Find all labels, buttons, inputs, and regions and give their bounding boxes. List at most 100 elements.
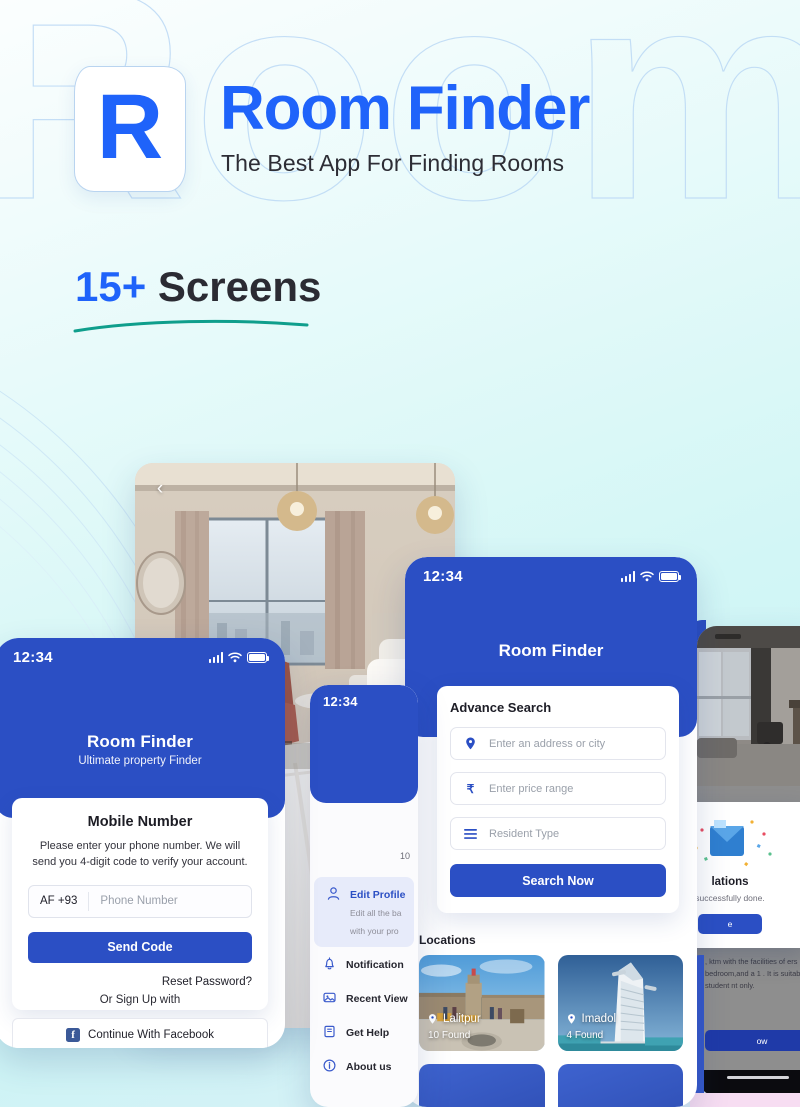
book-icon xyxy=(322,1024,337,1039)
battery-icon xyxy=(247,652,270,663)
phone-number-placeholder: Phone Number xyxy=(100,895,178,908)
signup-divider-label: Or Sign Up with xyxy=(99,994,181,1006)
country-code-selector[interactable]: AF +93 xyxy=(29,891,90,911)
congratulations-illustration xyxy=(697,814,800,876)
phone-mockup-menu: 12:34 10 Edit Profile Edit all the ba wi… xyxy=(310,685,418,1107)
status-time: 12:34 xyxy=(323,694,358,709)
menu-item-label: Get Help xyxy=(346,1027,390,1039)
phone-mockup-advance-search: 12:34 Room Finder Advance Search Enter a… xyxy=(405,557,697,1107)
search-brand-title: Room Finder xyxy=(498,641,604,660)
menu-item-edit-profile[interactable]: Edit Profile Edit all the ba with your p… xyxy=(314,877,414,947)
mobile-number-card: Mobile Number Please enter your phone nu… xyxy=(12,798,268,1010)
signal-icon xyxy=(208,652,223,663)
battery-icon xyxy=(659,571,682,582)
screens-count-label: Screens xyxy=(157,263,322,310)
location-info-imadol: Imadol 4 Found xyxy=(567,1013,617,1043)
status-time: 12:34 xyxy=(13,649,53,666)
location-pin-icon xyxy=(567,1013,576,1025)
menu-item-label: About us xyxy=(346,1061,392,1073)
map-pin-icon xyxy=(464,737,477,750)
auth-brand-title: Room Finder xyxy=(87,732,193,751)
menu-item-about-us[interactable]: About us xyxy=(310,1049,418,1083)
status-bar: 12:34 xyxy=(0,638,285,666)
location-found-count: 4 Found xyxy=(566,1030,604,1041)
signup-footer: Or Sign Up with f Continue With Facebook xyxy=(0,994,285,1048)
facebook-icon: f xyxy=(66,1028,81,1042)
resident-type-placeholder: Resident Type xyxy=(489,827,560,840)
location-pin-icon xyxy=(428,1013,437,1025)
address-field-placeholder: Enter an address or city xyxy=(489,737,606,750)
location-card-lalitpur[interactable]: Lalitpur 10 Found xyxy=(419,955,545,1051)
bell-icon xyxy=(322,956,337,971)
user-icon xyxy=(326,886,341,901)
menu-item-label: Recent View xyxy=(346,993,408,1005)
location-info-lalitpur: Lalitpur 10 Found xyxy=(428,1013,481,1043)
search-now-button[interactable]: Search Now xyxy=(450,864,666,897)
location-card-extra-1[interactable] xyxy=(419,1064,545,1107)
menu-item-sub-line1: Edit all the ba xyxy=(350,908,402,918)
screens-count-number: 15+ xyxy=(75,263,147,310)
resident-type-field[interactable]: Resident Type xyxy=(450,817,666,850)
congratulations-button[interactable]: e xyxy=(698,914,762,934)
detail-description: , ktm with the facilities of ers 1 bedro… xyxy=(705,957,800,991)
location-name: Imadol xyxy=(581,1013,617,1025)
status-bar: 12:34 xyxy=(310,685,418,709)
locations-heading: Locations xyxy=(419,933,476,947)
advance-search-title: Advance Search xyxy=(450,700,552,715)
menu-item-recent-view[interactable]: Recent View xyxy=(310,981,418,1015)
info-icon xyxy=(322,1058,337,1073)
price-range-placeholder: Enter price range xyxy=(489,782,574,795)
detail-cta-button[interactable]: ow xyxy=(705,1030,800,1051)
back-chevron-icon[interactable]: ‹ xyxy=(151,479,169,498)
continue-with-facebook-button[interactable]: f Continue With Facebook xyxy=(12,1018,268,1048)
price-range-field[interactable]: ₹ Enter price range xyxy=(450,772,666,805)
phone-number-input[interactable]: AF +93 Phone Number xyxy=(28,884,252,918)
list-icon xyxy=(464,827,477,840)
advance-search-card: Advance Search Enter an address or city … xyxy=(437,686,679,913)
promo-canvas: Room R Room Finder The Best App For Find… xyxy=(0,0,800,1107)
send-code-button[interactable]: Send Code xyxy=(28,931,252,963)
congratulations-modal: lations successfully done. e xyxy=(697,802,800,948)
page-title: Room Finder xyxy=(220,74,590,143)
rupee-icon: ₹ xyxy=(466,781,475,796)
auth-brand-block: Room Finder Ultimate property Finder xyxy=(0,732,285,767)
phone-mockup-mobile-number: 12:34 Room Finder Ultimate property Find… xyxy=(0,638,285,1048)
menu-scroll-area[interactable]: 10 Edit Profile Edit all the ba with you… xyxy=(310,803,418,1107)
app-logo-badge: R xyxy=(74,66,186,192)
image-icon xyxy=(322,990,337,1005)
phone-mockup-detail: , ktm with the facilities of ers 1 bedro… xyxy=(697,626,800,1096)
page-subtitle: The Best App For Finding Rooms xyxy=(221,150,565,176)
auth-header: 12:34 Room Finder Ultimate property Find… xyxy=(0,638,285,818)
congratulations-description: successfully done. xyxy=(697,893,765,903)
menu-item-notification[interactable]: Notification xyxy=(310,947,418,981)
status-time: 12:34 xyxy=(423,568,463,585)
location-found-count: 10 Found xyxy=(428,1030,471,1041)
menu-item-label: Notification xyxy=(346,959,404,971)
wifi-icon xyxy=(640,571,654,582)
bottom-pink-strip xyxy=(690,1093,800,1107)
facebook-button-label: Continue With Facebook xyxy=(88,1029,214,1041)
menu-item-sub-line2: with your pro xyxy=(350,926,399,936)
reset-password-link[interactable]: Reset Password? xyxy=(28,976,252,988)
logo-letter: R xyxy=(96,76,164,178)
auth-brand-tagline: Ultimate property Finder xyxy=(78,755,202,767)
screens-count-block: 15+ Screens xyxy=(73,263,322,333)
locations-grid: Lalitpur 10 Found Imadol 4 Found xyxy=(419,955,683,1107)
menu-item-label: Edit Profile xyxy=(350,889,406,901)
menu-header: 12:34 xyxy=(310,685,418,803)
menu-meta-count: 10 xyxy=(399,851,410,861)
menu-item-get-help[interactable]: Get Help xyxy=(310,1015,418,1049)
detail-room-photo xyxy=(697,626,800,786)
location-card-imadol[interactable]: Imadol 4 Found xyxy=(557,955,683,1051)
mobile-number-description: Please enter your phone number. We will … xyxy=(32,840,248,868)
congratulations-title: lations xyxy=(711,876,749,888)
wifi-icon xyxy=(228,652,242,663)
signal-icon xyxy=(620,571,635,582)
address-field[interactable]: Enter an address or city xyxy=(450,727,666,760)
mobile-number-title: Mobile Number xyxy=(87,814,193,830)
screens-underline-decoration xyxy=(73,319,309,333)
menu-list: Edit Profile Edit all the ba with your p… xyxy=(310,877,418,1083)
location-name: Lalitpur xyxy=(443,1013,481,1025)
location-card-extra-2[interactable] xyxy=(557,1064,683,1107)
status-bar: 12:34 xyxy=(405,557,697,585)
